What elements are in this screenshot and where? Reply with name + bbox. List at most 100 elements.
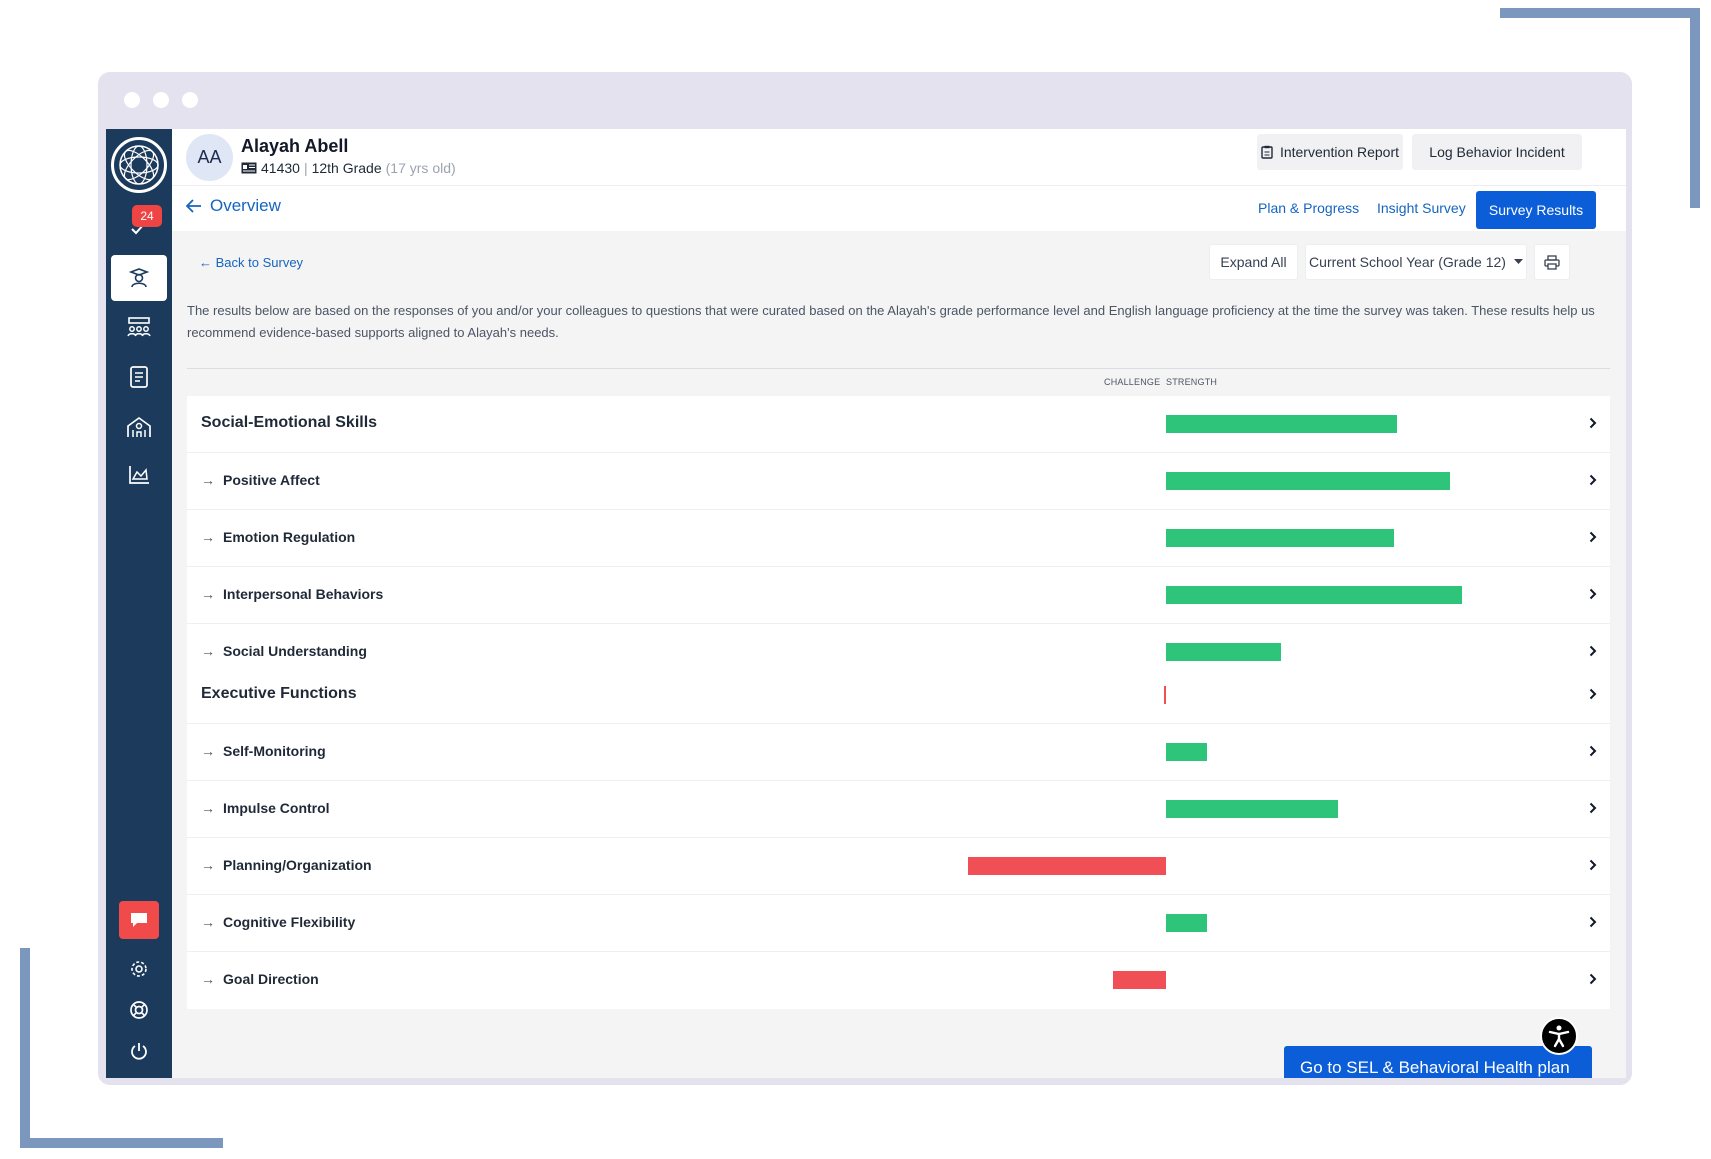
clipboard-icon: [1261, 145, 1273, 159]
score-bar-social-understanding: [1166, 643, 1282, 661]
score-bar-impulse-control: [1166, 800, 1338, 818]
group-header-row[interactable]: Executive Functions: [187, 667, 1610, 724]
sub-navigation: Overview Plan & Progress Insight Survey …: [172, 186, 1626, 231]
chevron-right-icon[interactable]: [1585, 527, 1601, 547]
expand-all-button[interactable]: Expand All: [1209, 244, 1298, 280]
student-name: Alayah Abell: [241, 136, 349, 156]
result-label-text: Self-Monitoring: [223, 743, 326, 759]
chat-button[interactable]: [119, 901, 159, 939]
result-row[interactable]: → Cognitive Flexibility: [187, 895, 1610, 952]
result-row[interactable]: → Positive Affect: [187, 453, 1610, 510]
sidebar-item-resources[interactable]: [106, 355, 172, 399]
window-dot-maximize[interactable]: [182, 92, 198, 108]
overview-link[interactable]: Overview: [186, 196, 281, 216]
student-header: AA Alayah Abell 41430 | 12th Grade (17 y…: [172, 129, 1626, 186]
app: 24 AA Alayah Abell 41430 | 12th Grade (1…: [106, 129, 1626, 1078]
printer-icon: [1544, 254, 1560, 270]
score-bar-interpersonal-behaviors: [1166, 586, 1462, 604]
tab-survey-results[interactable]: Survey Results: [1476, 191, 1596, 229]
accessibility-icon: [1548, 1025, 1570, 1048]
result-row[interactable]: → Goal Direction: [187, 952, 1610, 1009]
print-button[interactable]: [1534, 244, 1570, 280]
arrow-left-icon: [186, 199, 201, 213]
result-label: → Social Understanding: [201, 643, 367, 659]
graduate-icon: [128, 268, 150, 288]
score-bar-emotion-regulation: [1166, 529, 1394, 547]
result-label-text: Planning/Organization: [223, 857, 372, 873]
arrow-right-icon: →: [201, 857, 215, 873]
sidebar-item-students[interactable]: [111, 255, 167, 301]
browser-window: 24 AA Alayah Abell 41430 | 12th Grade (1…: [98, 72, 1632, 1085]
chevron-right-icon[interactable]: [1585, 912, 1601, 932]
decor-corner-bottom-left-h: [20, 1138, 223, 1148]
tab-insight-survey[interactable]: Insight Survey: [1377, 200, 1466, 216]
accessibility-button[interactable]: [1540, 1017, 1578, 1055]
score-bar-executive-functions: [1164, 686, 1166, 704]
caret-down-icon: [1513, 259, 1523, 264]
back-to-survey-label: Back to Survey: [215, 255, 304, 270]
result-row[interactable]: → Emotion Regulation: [187, 510, 1610, 567]
arrow-right-icon: →: [201, 800, 215, 816]
window-dot-minimize[interactable]: [153, 92, 169, 108]
go-to-plan-button[interactable]: Go to SEL & Behavioral Health plan: [1284, 1046, 1592, 1078]
chevron-right-icon[interactable]: [1585, 470, 1601, 490]
back-arrow-icon: ←: [199, 255, 216, 270]
score-bar-positive-affect: [1166, 472, 1451, 490]
sidebar-item-analytics[interactable]: [106, 453, 172, 497]
overview-label: Overview: [210, 196, 281, 215]
decor-corner-bottom-left-v: [20, 948, 30, 1148]
arrow-right-icon: →: [201, 971, 215, 987]
arrow-right-icon: →: [201, 472, 215, 488]
student-grade: 12th Grade: [311, 160, 382, 176]
sidebar-item-school[interactable]: [106, 405, 172, 449]
survey-results-content: ← Back to Survey Expand All Current Scho…: [172, 231, 1626, 1078]
chat-icon: [131, 913, 147, 927]
chevron-right-icon[interactable]: [1585, 969, 1601, 989]
app-logo[interactable]: [111, 137, 167, 193]
group-header-row[interactable]: Social-Emotional Skills: [187, 396, 1610, 453]
sidebar-item-settings[interactable]: [106, 947, 172, 991]
window-controls: [124, 92, 198, 108]
chevron-right-icon[interactable]: [1585, 641, 1601, 661]
arrow-right-icon: →: [201, 529, 215, 545]
sidebar-item-help[interactable]: [106, 988, 172, 1032]
tab-plan-progress[interactable]: Plan & Progress: [1258, 200, 1359, 216]
result-label-text: Emotion Regulation: [223, 529, 356, 545]
score-bar-social-emotional-skills: [1166, 415, 1397, 433]
group-title: Executive Functions: [201, 685, 357, 703]
chevron-right-icon[interactable]: [1585, 584, 1601, 604]
result-label: → Positive Affect: [201, 472, 320, 488]
chevron-right-icon[interactable]: [1585, 741, 1601, 761]
result-group-social-emotional-skills: Social-Emotional Skills → Positive Affect →…: [187, 396, 1610, 681]
result-row[interactable]: → Interpersonal Behaviors: [187, 567, 1610, 624]
axis-label-challenge: CHALLENGE: [1104, 377, 1161, 387]
intervention-report-label: Intervention Report: [1279, 144, 1400, 160]
result-label-text: Goal Direction: [223, 971, 319, 987]
result-row[interactable]: → Impulse Control: [187, 781, 1610, 838]
chevron-right-icon[interactable]: [1585, 684, 1601, 704]
chevron-right-icon[interactable]: [1585, 798, 1601, 818]
school-year-select[interactable]: Current School Year (Grade 12): [1305, 244, 1527, 280]
power-icon: [131, 1043, 147, 1060]
result-label: → Interpersonal Behaviors: [201, 586, 383, 602]
result-label-text: Impulse Control: [223, 800, 330, 816]
main: AA Alayah Abell 41430 | 12th Grade (17 y…: [172, 129, 1626, 1078]
sidebar-item-logout[interactable]: [106, 1029, 172, 1073]
log-behavior-incident-button[interactable]: Log Behavior Incident: [1412, 134, 1582, 170]
results-description: The results below are based on the respo…: [187, 303, 1595, 340]
chevron-right-icon[interactable]: [1585, 413, 1601, 433]
chevron-right-icon[interactable]: [1585, 855, 1601, 875]
sidebar: 24: [106, 129, 172, 1078]
score-bar-goal-direction: [1112, 971, 1166, 989]
result-row[interactable]: → Self-Monitoring: [187, 724, 1610, 781]
window-dot-close[interactable]: [124, 92, 140, 108]
result-label: → Self-Monitoring: [201, 743, 326, 759]
back-to-survey-link[interactable]: ← Back to Survey: [199, 255, 303, 270]
sidebar-item-groups[interactable]: [106, 305, 172, 349]
intervention-report-button[interactable]: Intervention Report: [1257, 134, 1403, 170]
result-row[interactable]: → Planning/Organization: [187, 838, 1610, 895]
school-year-value: Current School Year (Grade 12): [1309, 254, 1506, 270]
score-bar-cognitive-flexibility: [1166, 914, 1208, 932]
chart-icon: [129, 466, 149, 484]
result-label-text: Cognitive Flexibility: [223, 914, 356, 930]
